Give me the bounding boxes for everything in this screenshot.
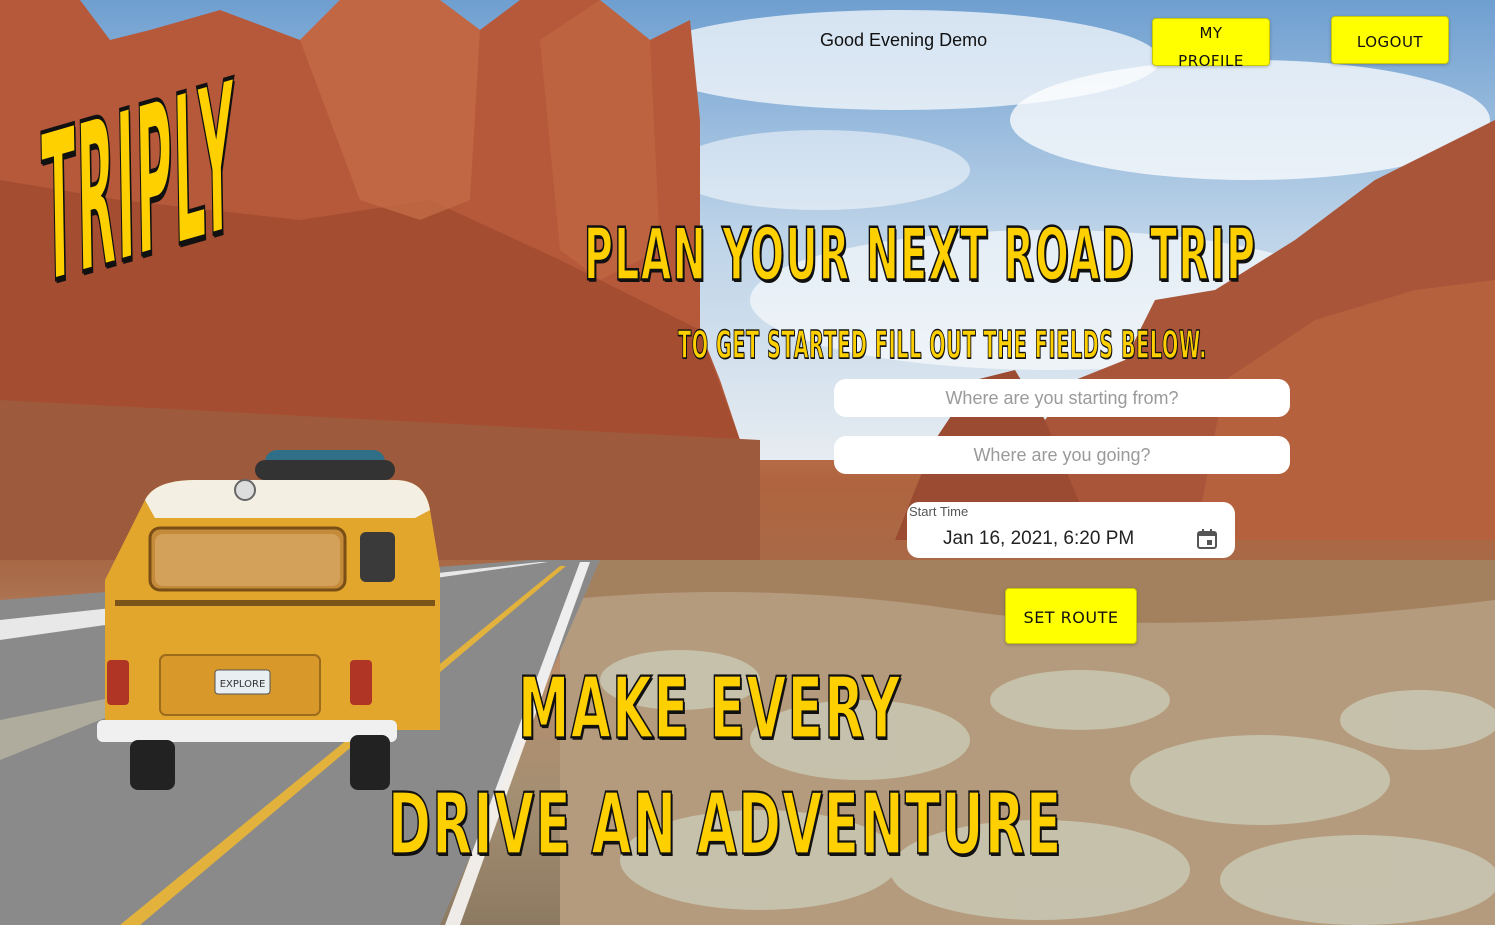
calendar-icon[interactable] xyxy=(1195,527,1219,551)
logout-button[interactable]: LOGOUT xyxy=(1331,16,1449,64)
my-profile-label: MY PROFILE xyxy=(1178,24,1244,70)
page: EXPLORE Good Evening Demo MY PROFILE LOG… xyxy=(0,0,1495,925)
start-time-picker[interactable]: Start Time Jan 16, 2021, 6:20 PM xyxy=(907,502,1235,558)
greeting-text: Good Evening Demo xyxy=(820,30,988,50)
set-route-button[interactable]: SET ROUTE xyxy=(1005,588,1137,644)
destination-input[interactable] xyxy=(834,436,1290,474)
triply-logo: TRIPLY xyxy=(39,35,239,333)
tagline-line-1: MAKE EVERY xyxy=(517,657,902,759)
hero-subheadline: TO GET STARTED FILL OUT THE FIELDS BELOW… xyxy=(678,321,1208,368)
start-time-value[interactable]: Jan 16, 2021, 6:20 PM xyxy=(943,528,1134,550)
background-van-image: EXPLORE xyxy=(97,450,440,790)
start-location-input[interactable] xyxy=(834,379,1290,417)
start-time-label: Start Time xyxy=(909,504,969,519)
hero-headline: PLAN YOUR NEXT ROAD TRIP xyxy=(583,211,1257,299)
my-profile-button[interactable]: MY PROFILE xyxy=(1152,18,1270,70)
van-plate-text: EXPLORE xyxy=(220,679,266,690)
tagline-line-2: DRIVE AN ADVENTURE xyxy=(387,773,1063,875)
